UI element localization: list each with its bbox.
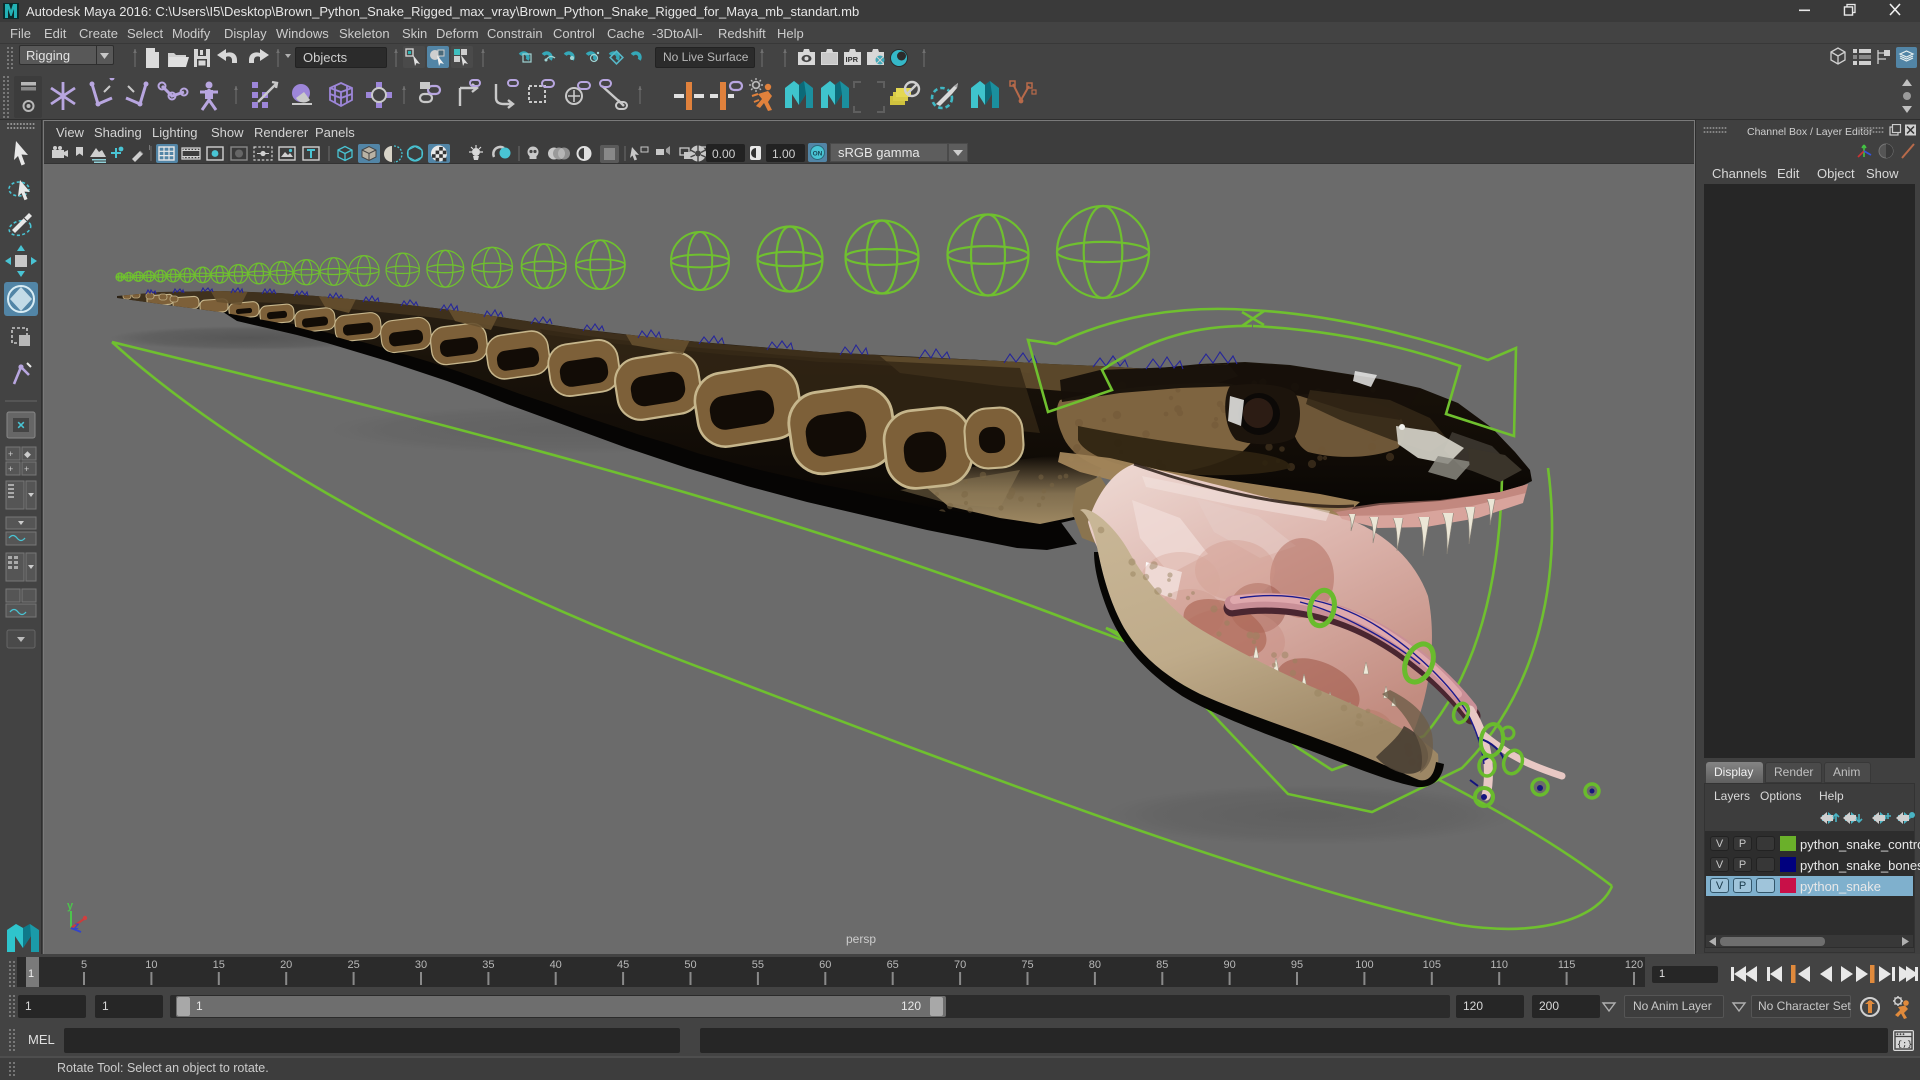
svg-text:35: 35 [482, 959, 494, 971]
svg-text:{;}: {;} [1897, 1040, 1912, 1050]
svg-text:persp: persp [846, 932, 876, 946]
svg-text:55: 55 [752, 959, 764, 971]
svg-text:+: + [8, 449, 13, 459]
svg-text:105: 105 [1423, 959, 1441, 971]
svg-text:65: 65 [887, 959, 899, 971]
svg-text:100: 100 [1355, 959, 1373, 971]
svg-text:60: 60 [819, 959, 831, 971]
svg-text:◆: ◆ [24, 449, 31, 459]
svg-text:z: z [73, 921, 79, 932]
svg-text:40: 40 [550, 959, 562, 971]
svg-text:20: 20 [280, 959, 292, 971]
svg-text:30: 30 [415, 959, 427, 971]
svg-text:+: + [8, 464, 13, 474]
svg-text:120: 120 [1625, 959, 1643, 971]
svg-text:115: 115 [1558, 959, 1576, 971]
svg-text:50: 50 [684, 959, 696, 971]
svg-text:25: 25 [347, 959, 359, 971]
svg-text:45: 45 [617, 959, 629, 971]
svg-text:15: 15 [213, 959, 225, 971]
svg-text:80: 80 [1089, 959, 1101, 971]
svg-text:110: 110 [1490, 959, 1508, 971]
svg-text:70: 70 [954, 959, 966, 971]
svg-text:75: 75 [1021, 959, 1033, 971]
svg-text:90: 90 [1223, 959, 1235, 971]
svg-text:95: 95 [1291, 959, 1303, 971]
svg-text:y: y [67, 900, 74, 912]
svg-text:5: 5 [81, 959, 87, 971]
svg-text:ON: ON [813, 151, 823, 158]
svg-text:+: + [24, 464, 29, 474]
svg-text:IPR: IPR [846, 55, 859, 64]
svg-text:85: 85 [1156, 959, 1168, 971]
svg-text:10: 10 [145, 959, 157, 971]
